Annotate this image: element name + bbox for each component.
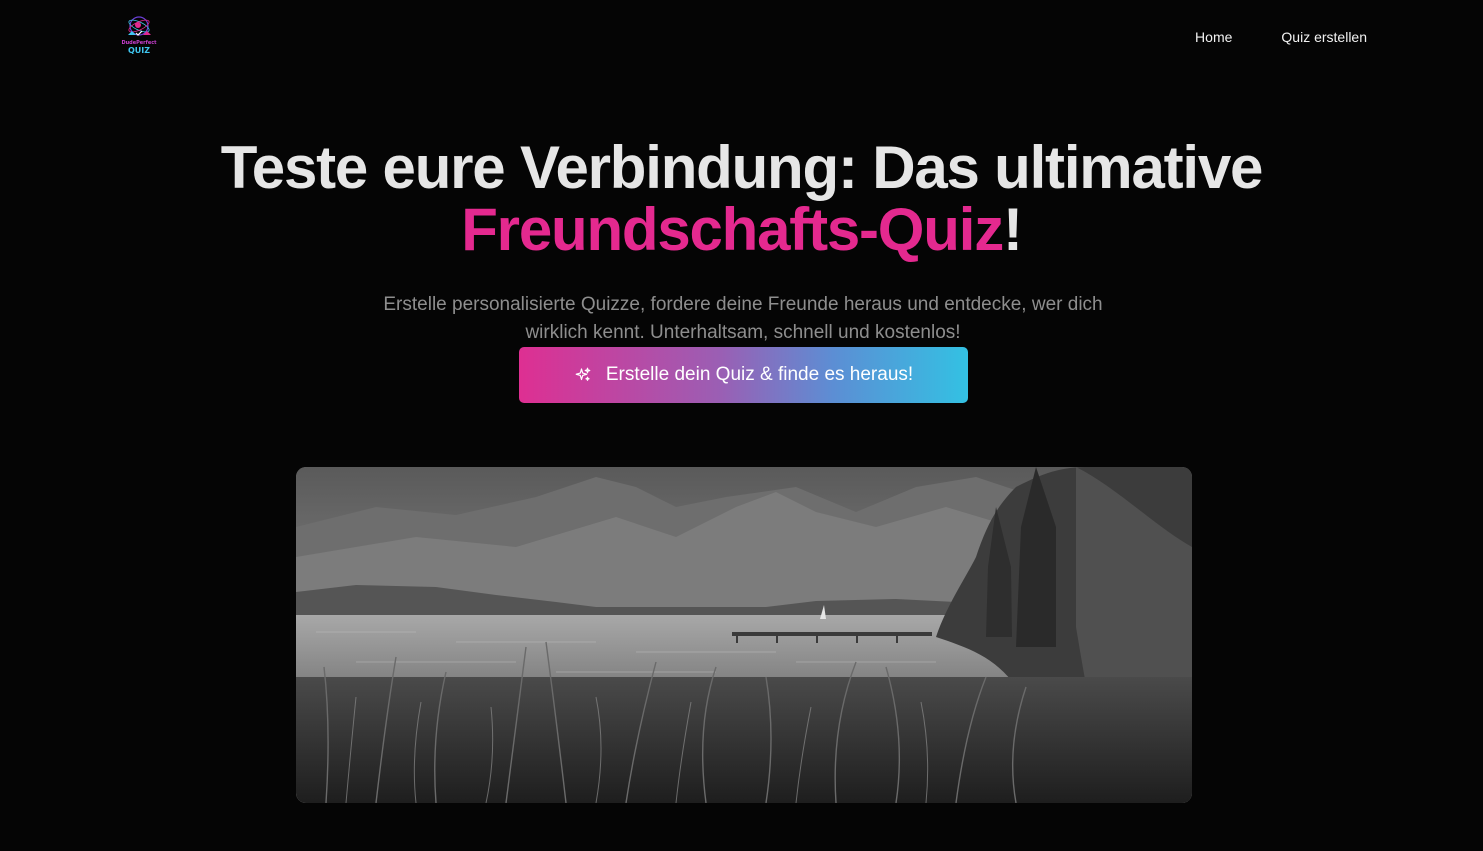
hero-title-main: Teste eure Verbindung: Das ultimative — [220, 134, 1264, 201]
hero-landscape-image — [296, 467, 1192, 803]
hero-subtitle: Erstelle personalisierte Quizze, fordere… — [383, 294, 1103, 343]
hero-title: Teste eure Verbindung: Das ultimative Fr… — [0, 137, 1483, 261]
navbar: DudePerfect QUIZ Home Quiz erstellen — [0, 0, 1483, 76]
nav-link-home[interactable]: Home — [1195, 27, 1232, 47]
lake-landscape-illustration — [296, 467, 1192, 803]
create-quiz-button-label: Erstelle dein Quiz & finde es heraus! — [605, 364, 914, 385]
logo-text: DudePerfect QUIZ — [116, 41, 162, 55]
landing-page: DudePerfect QUIZ Home Quiz erstellen Tes… — [0, 0, 1483, 851]
hero-title-accent: Freundschafts-Quiz — [461, 196, 1004, 263]
create-quiz-button[interactable]: Erstelle dein Quiz & finde es heraus! — [519, 347, 968, 403]
hero-title-end: ! — [1003, 196, 1023, 263]
nav-link-create-quiz[interactable]: Quiz erstellen — [1281, 27, 1367, 47]
logo-text-line2: QUIZ — [127, 46, 151, 55]
sparkles-icon — [575, 367, 591, 381]
logo-link[interactable]: DudePerfect QUIZ — [116, 14, 162, 60]
nav-links: Home Quiz erstellen — [1195, 27, 1367, 47]
